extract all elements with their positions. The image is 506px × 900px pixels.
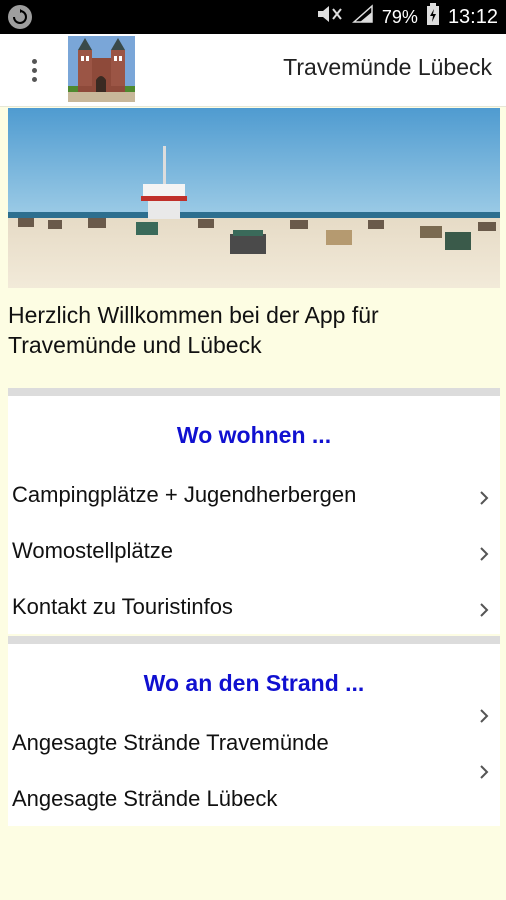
- list-item-straende-luebeck[interactable]: Angesagte Strände Lübeck: [8, 765, 500, 826]
- list-item-label: Angesagte Strände Lübeck: [12, 786, 278, 811]
- mute-icon: [316, 4, 344, 30]
- list-item-label: Kontakt zu Touristinfos: [12, 594, 233, 619]
- app-bar: Travemünde Lübeck: [0, 34, 506, 107]
- battery-icon: [426, 3, 440, 31]
- chevron-right-icon: [480, 603, 489, 617]
- list-item-straende-travemuende[interactable]: Angesagte Strände Travemünde: [8, 709, 500, 770]
- sync-icon: [8, 5, 32, 29]
- chevron-right-icon: [480, 765, 489, 779]
- chevron-right-icon: [480, 709, 489, 723]
- battery-percent: 79%: [381, 6, 418, 27]
- list-item-campingplaetze[interactable]: Campingplätze + Jugendherbergen: [8, 468, 500, 524]
- signal-icon: [351, 4, 374, 30]
- page-background: [0, 826, 506, 900]
- list-item-womostellplaetze[interactable]: Womostellplätze: [8, 524, 500, 580]
- list-item-label: Campingplätze + Jugendherbergen: [12, 482, 357, 507]
- overflow-menu-icon[interactable]: [18, 52, 50, 88]
- section-card-wo-wohnen: Wo wohnen ... Campingplätze + Jugendherb…: [8, 396, 500, 634]
- holstentor-logo: [68, 36, 135, 102]
- clock: 13:12: [447, 5, 498, 28]
- status-icons: 79% 13:12: [316, 0, 498, 34]
- section-title: Wo an den Strand ...: [143, 670, 365, 696]
- hero-image: [8, 108, 500, 288]
- section-title: Wo wohnen ...: [176, 422, 332, 448]
- chevron-right-icon: [480, 491, 489, 505]
- chevron-right-icon: [480, 547, 489, 561]
- status-bar: 79% 13:12: [0, 0, 506, 34]
- list-item-label: Angesagte Strände Travemünde: [12, 730, 329, 755]
- app-title: Travemünde Lübeck: [283, 54, 492, 80]
- list-item-touristinfos[interactable]: Kontakt zu Touristinfos: [8, 580, 500, 636]
- list-item-label: Womostellplätze: [12, 538, 173, 563]
- section-card-strand: Wo an den Strand ... Angesagte Strände T…: [8, 644, 500, 826]
- section-divider: [8, 388, 500, 396]
- welcome-text: Herzlich Willkommen bei der App für Trav…: [8, 302, 379, 358]
- section-divider: [8, 636, 500, 644]
